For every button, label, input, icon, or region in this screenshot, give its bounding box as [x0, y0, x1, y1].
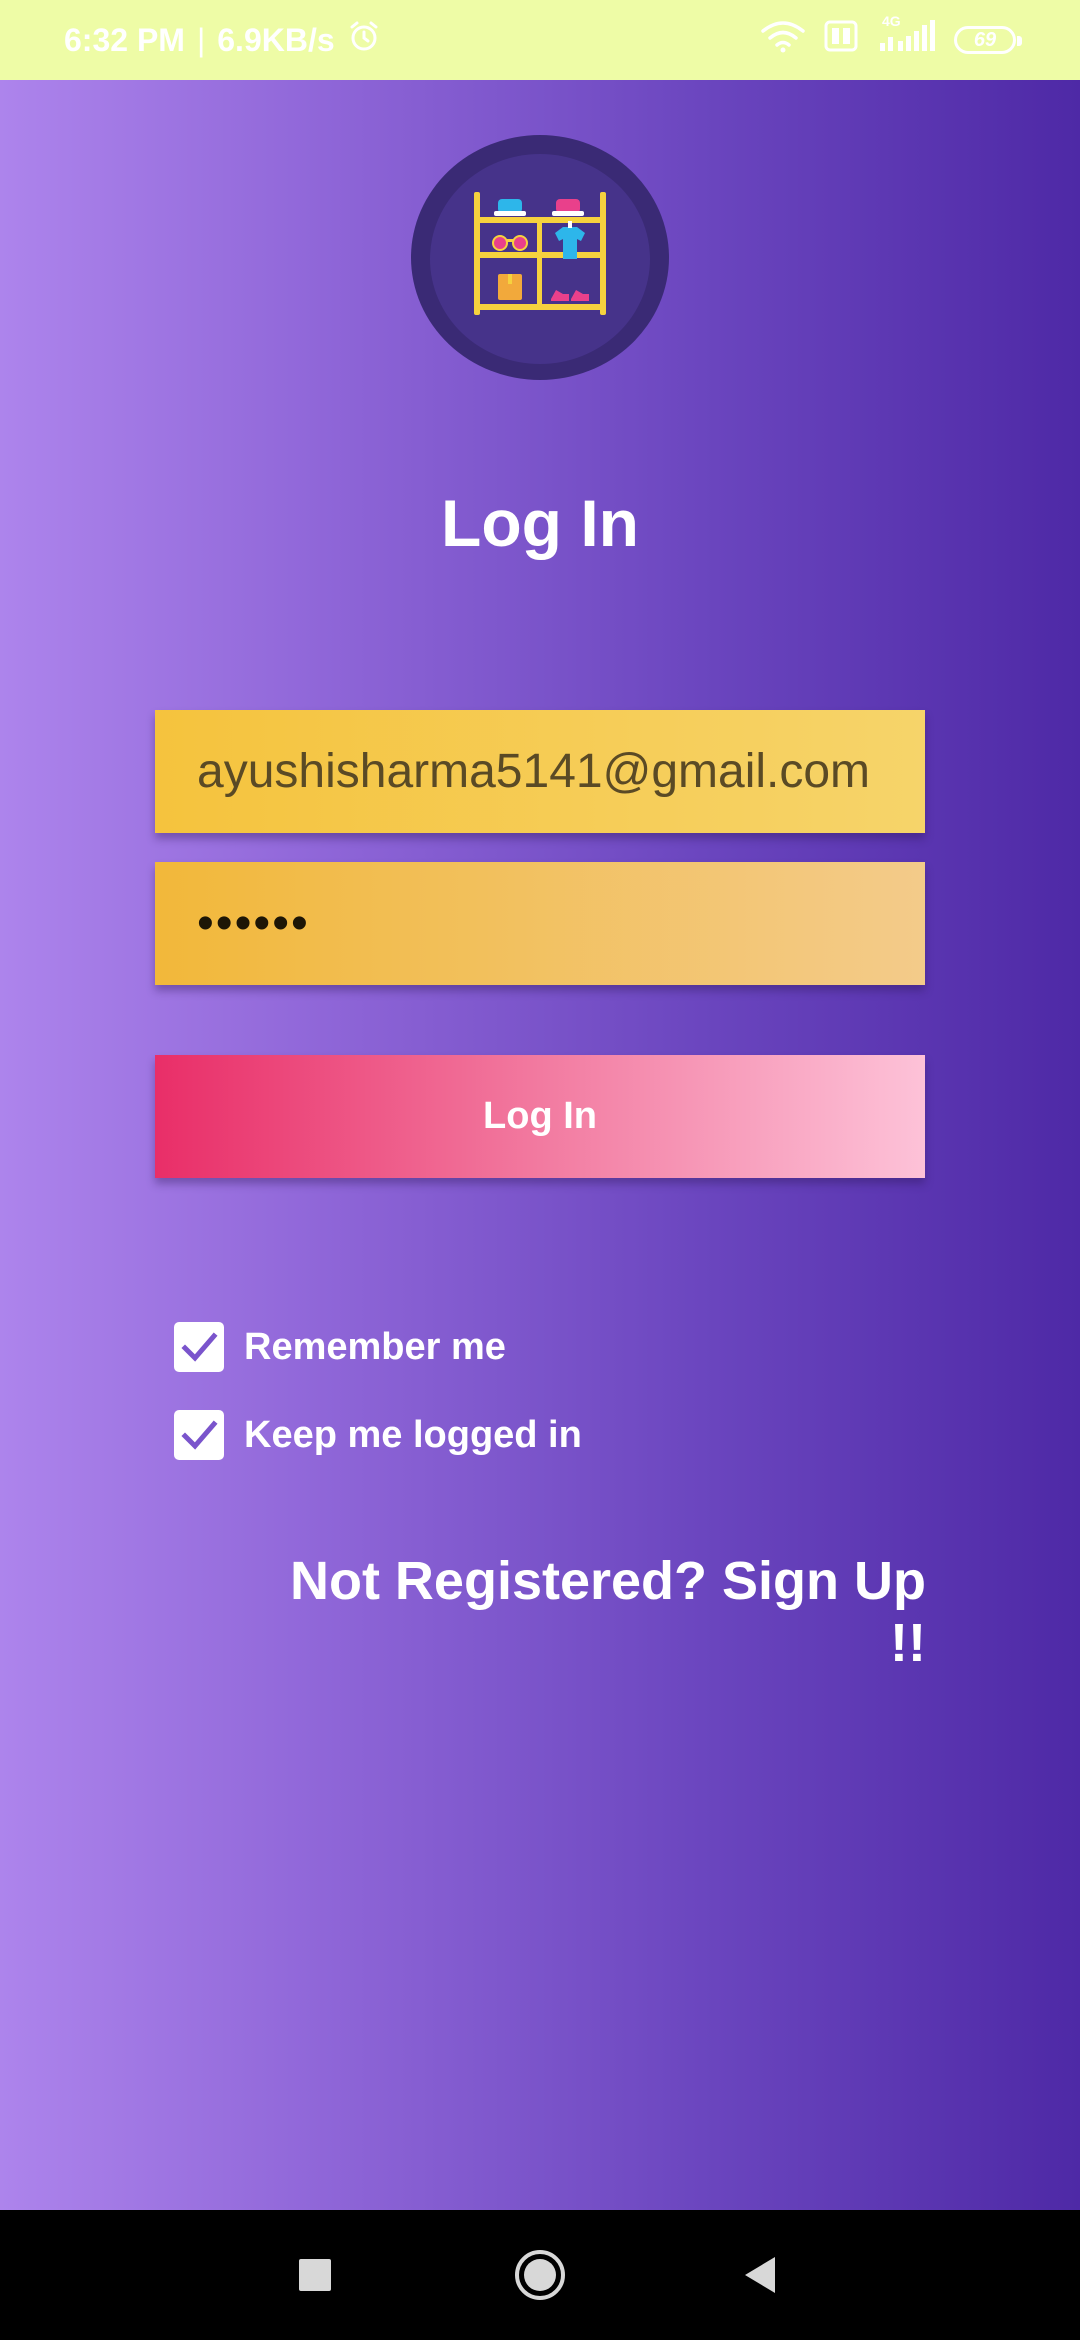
status-left: 6:32 PM | 6.9KB/s [64, 19, 381, 61]
page-title: Log In [441, 486, 639, 560]
wardrobe-icon [474, 192, 606, 315]
remember-me-label: Remember me [244, 1325, 506, 1368]
checkmark-icon [181, 1332, 218, 1362]
password-field[interactable]: •••••• [155, 862, 925, 985]
login-button-label: Log In [483, 1095, 597, 1137]
status-time: 6:32 PM [64, 21, 185, 58]
keep-logged-in-row[interactable]: Keep me logged in [174, 1410, 582, 1460]
back-icon [745, 2257, 775, 2293]
alarm-icon [347, 19, 381, 61]
keep-logged-in-label: Keep me logged in [244, 1413, 582, 1456]
home-icon [515, 2250, 565, 2300]
email-value: ayushisharma5141@gmail.com [197, 745, 871, 798]
checkmark-icon [181, 1420, 218, 1450]
navigation-bar [0, 2210, 1080, 2340]
remember-me-checkbox[interactable] [174, 1322, 224, 1372]
screen: 6:32 PM | 6.9KB/s 4G 69 Log In ayushisha… [0, 0, 1080, 2340]
recents-button[interactable] [255, 2210, 375, 2340]
network-type: 4G [882, 13, 901, 29]
back-button[interactable] [700, 2210, 820, 2340]
remember-me-row[interactable]: Remember me [174, 1322, 506, 1372]
login-button[interactable]: Log In [155, 1055, 925, 1178]
login-screen: Log In ayushisharma5141@gmail.com ••••••… [0, 80, 1080, 2210]
recents-icon [299, 2259, 331, 2291]
password-value: •••••• [197, 897, 310, 950]
email-field[interactable]: ayushisharma5141@gmail.com [155, 710, 925, 833]
signal-icon: 4G [876, 13, 936, 61]
home-button[interactable] [480, 2210, 600, 2340]
battery-level: 69 [973, 28, 997, 51]
wifi-icon [760, 19, 806, 61]
status-separator: | [196, 21, 206, 58]
status-bar: 6:32 PM | 6.9KB/s 4G 69 [0, 0, 1080, 80]
battery-icon: 69 [954, 26, 1022, 54]
volte-icon [824, 19, 858, 61]
keep-logged-in-checkbox[interactable] [174, 1410, 224, 1460]
status-speed: 6.9KB/s [217, 21, 335, 58]
status-right: 4G 69 [760, 13, 1022, 61]
signup-link[interactable]: Not Registered? Sign Up !! [276, 1550, 926, 1674]
app-logo [411, 135, 669, 380]
